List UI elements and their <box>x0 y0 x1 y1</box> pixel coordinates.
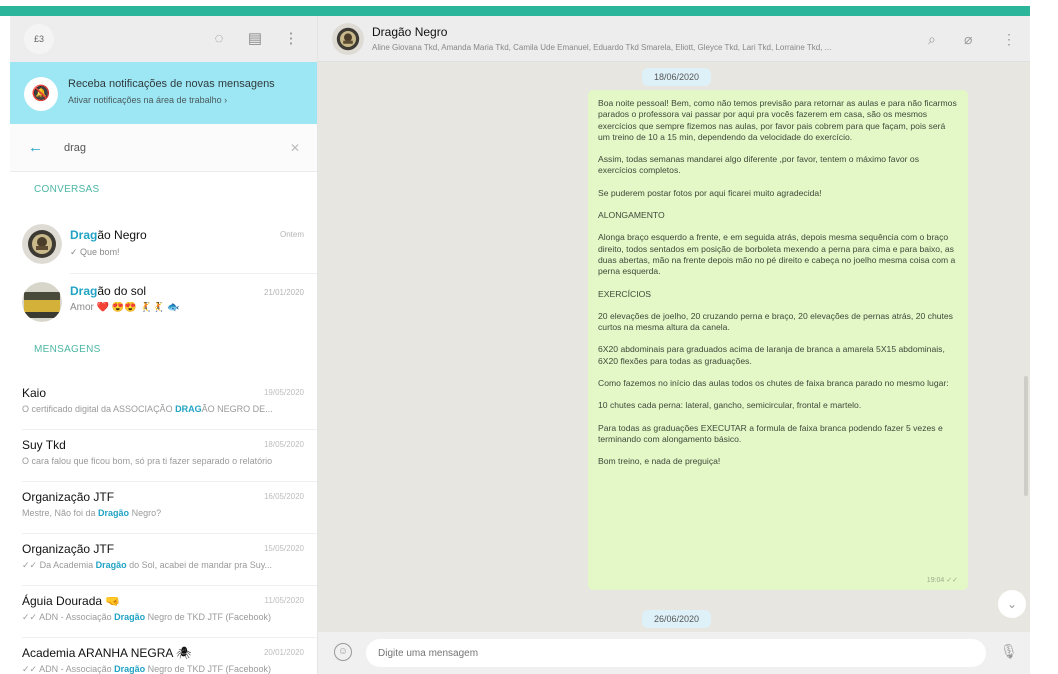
attach-icon[interactable]: ⌀ <box>964 30 972 48</box>
message-snippet: ✓✓ ADN - Associação Dragão Negro de TKD … <box>22 664 272 674</box>
chat-item[interactable]: Dragão do sol Amor ❤️ 😍😍 🤾🤾 🐟 21/01/2020 <box>10 274 317 332</box>
emoji-icon[interactable]: ☺ <box>334 643 352 661</box>
new-chat-icon[interactable]: ▤ <box>246 30 264 48</box>
window-top-strip <box>0 0 1058 16</box>
back-arrow-icon[interactable]: ← <box>28 140 43 156</box>
section-label-chats: CONVERSAS <box>34 184 100 195</box>
message-time: 16/05/2020 <box>263 492 304 501</box>
chat-scrollbar[interactable] <box>1024 376 1028 496</box>
chat-item[interactable]: Dragão Negro ✓ Que bom! Ontem <box>10 216 317 274</box>
message-paragraph: Bom treino, e nada de preguiça! <box>598 456 721 467</box>
message-input[interactable] <box>366 639 986 667</box>
message-sender: Águia Dourada 🤜 <box>22 594 121 608</box>
message-paragraph: Para todas as graduações EXECUTAR a form… <box>598 422 943 444</box>
left-pane: £3 ◌ ▤ ⋮ 🔕 Receba notificações de novas … <box>10 16 318 674</box>
message-sender: Organização JTF <box>22 542 115 556</box>
message-result[interactable]: Águia Dourada 🤜 11/05/2020 ✓✓ ADN - Asso… <box>10 586 317 638</box>
message-result[interactable]: Academia ARANHA NEGRA 🕷 20/01/2020 ✓✓ AD… <box>10 638 317 674</box>
message-paragraph: EXERCÍCIOS <box>598 288 652 299</box>
message-snippet: ✓✓ ADN - Associação Dragão Negro de TKD … <box>22 612 272 622</box>
message-result[interactable]: Organização JTF 15/05/2020 ✓✓ Da Academi… <box>10 534 317 586</box>
chat-members: Aline Giovana Tkd, Amanda Maria Tkd, Cam… <box>372 43 832 52</box>
message-paragraph: Alonga braço esquerdo a frente, e em seg… <box>598 232 956 277</box>
message-result[interactable]: Organização JTF 16/05/2020 Mestre, Não f… <box>10 482 317 534</box>
notification-title: Receba notificações de novas mensagens <box>68 78 275 90</box>
search-bar: ← ✕ <box>10 124 317 172</box>
chat-last-message: ✓ Que bom! <box>70 247 120 257</box>
message-result[interactable]: Kaio 19/05/2020 O certificado digital da… <box>10 378 317 430</box>
message-snippet: O cara falou que ficou bom, só pra ti fa… <box>22 456 273 466</box>
bell-off-icon: 🔕 <box>24 77 58 111</box>
chat-title: Dragão do sol <box>70 284 147 298</box>
message-snippet: Mestre, Não foi da Dragão Negro? <box>22 508 162 518</box>
message-time: 11/05/2020 <box>264 596 304 605</box>
chat-title: Dragão Negro <box>70 228 147 242</box>
message-paragraph: Como fazemos no início das aulas todos o… <box>598 378 949 389</box>
compose-bar: ☺ 🎙 <box>318 632 1030 674</box>
message-paragraph: Assim, todas semanas mandarei algo difer… <box>598 154 919 176</box>
message-time: 19:04 ✓✓ <box>926 576 958 584</box>
message-time: 19/05/2020 <box>263 388 304 397</box>
message-time: 15/05/2020 <box>263 544 304 553</box>
message-time: 18/05/2020 <box>263 440 304 449</box>
chat-header[interactable]: Dragão Negro Aline Giovana Tkd, Amanda M… <box>318 16 1030 62</box>
message-bubble[interactable]: Boa noite pessoal! Bem, como não temos p… <box>588 90 968 590</box>
search-icon[interactable]: ⌕ <box>928 30 936 48</box>
menu-icon[interactable]: ⋮ <box>282 30 300 48</box>
chat-last-message: Amor ❤️ 😍😍 🤾🤾 🐟 <box>70 302 180 313</box>
message-paragraph: 6X20 abdominais para graduados acima de … <box>598 344 945 366</box>
message-sender: Kaio <box>22 386 47 400</box>
message-sender: Academia ARANHA NEGRA 🕷 <box>22 646 192 660</box>
date-separator: 26/06/2020 <box>642 610 712 628</box>
message-sender: Organização JTF <box>22 490 115 504</box>
clear-search-icon[interactable]: ✕ <box>290 141 300 155</box>
chat-title: Dragão Negro <box>372 25 448 39</box>
chat-avatar[interactable] <box>332 23 364 55</box>
left-header: £3 ◌ ▤ ⋮ <box>10 16 317 62</box>
menu-icon[interactable]: ⋮ <box>1002 30 1016 48</box>
message-paragraph: Se puderem postar fotos por aqui ficarei… <box>598 187 822 198</box>
enable-notifications-link[interactable]: Ativar notificações na área de trabalho … <box>68 95 227 105</box>
message-sender: Suy Tkd <box>22 438 66 452</box>
chat-time: 21/01/2020 <box>263 288 304 297</box>
status-icon[interactable]: ◌ <box>210 30 228 48</box>
search-input[interactable] <box>64 138 274 158</box>
brand-bar <box>0 6 1030 16</box>
section-label-messages: MENSAGENS <box>34 344 101 355</box>
message-paragraph: Boa noite pessoal! Bem, como não temos p… <box>598 98 957 142</box>
message-time: 20/01/2020 <box>263 648 304 657</box>
my-avatar[interactable]: £3 <box>24 24 54 54</box>
chat-pane: Dragão Negro Aline Giovana Tkd, Amanda M… <box>318 16 1030 674</box>
message-paragraph: 20 elevações de joelho, 20 cruzando pern… <box>598 310 953 333</box>
scroll-down-button[interactable]: ⌄ <box>998 590 1026 618</box>
notification-banner[interactable]: 🔕 Receba notificações de novas mensagens… <box>10 62 317 124</box>
group-avatar-dragao-negro <box>22 224 62 264</box>
message-snippet: ✓✓ Da Academia Dragão do Sol, acabei de … <box>22 560 273 570</box>
group-avatar-dragao-do-sol <box>22 282 62 322</box>
message-result[interactable]: Suy Tkd 18/05/2020 O cara falou que fico… <box>10 430 317 482</box>
microphone-icon[interactable]: 🎙 <box>1000 643 1018 660</box>
date-separator: 18/06/2020 <box>642 68 712 86</box>
chat-time: Ontem <box>279 230 304 239</box>
whatsapp-web-app: £3 ◌ ▤ ⋮ 🔕 Receba notificações de novas … <box>10 16 1030 674</box>
message-paragraph: ALONGAMENTO <box>598 210 665 221</box>
message-snippet: O certificado digital da ASSOCIAÇÃO DRAG… <box>22 404 273 414</box>
message-paragraph: 10 chutes cada perna: lateral, gancho, s… <box>598 400 862 411</box>
